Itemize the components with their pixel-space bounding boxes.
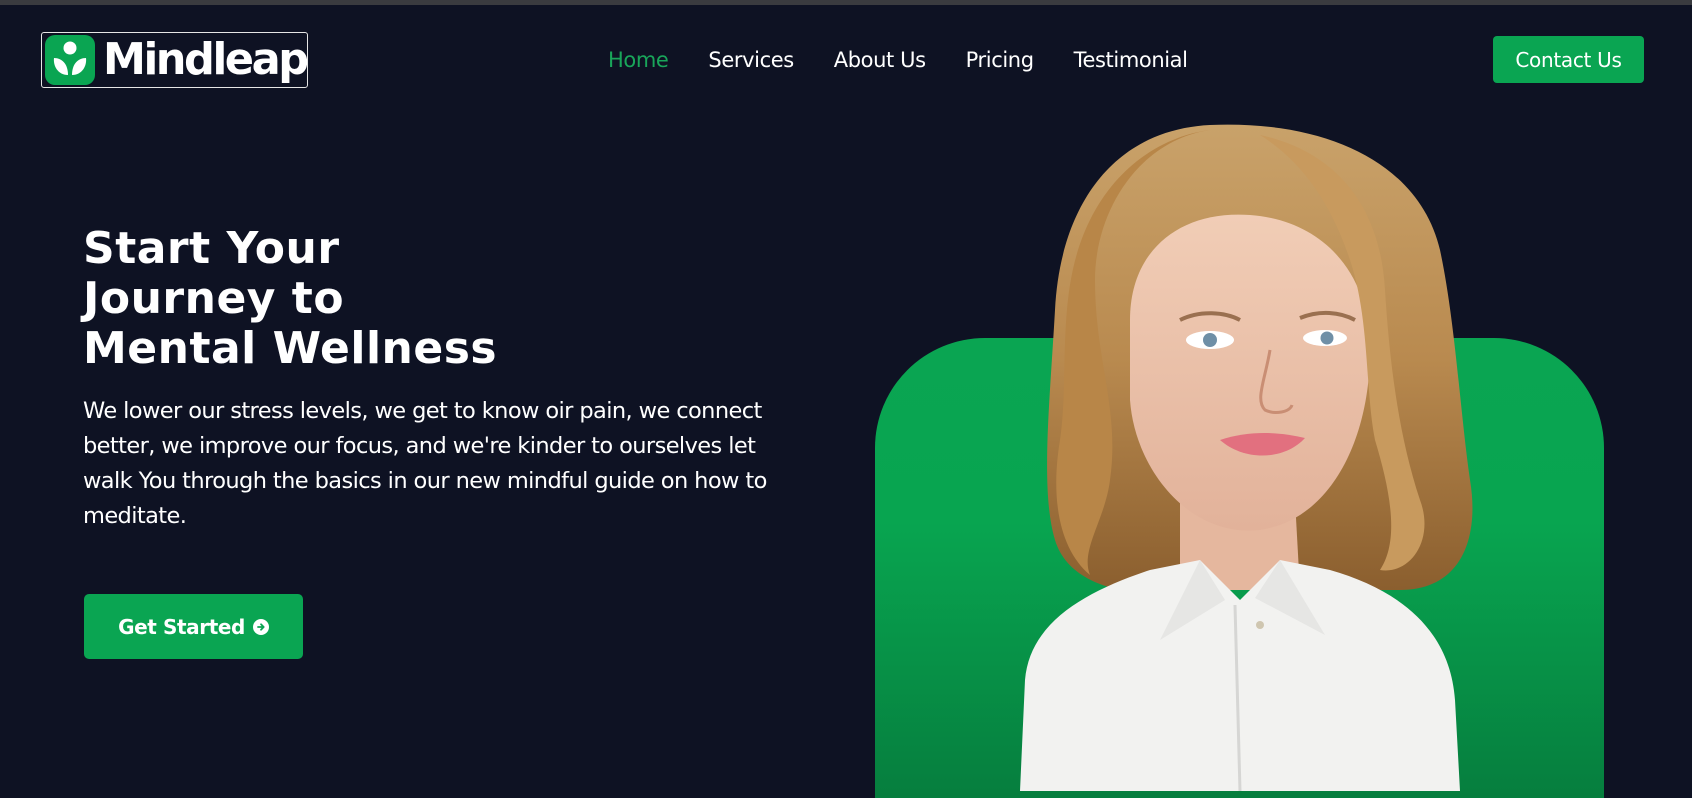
nav-home[interactable]: Home xyxy=(608,47,669,73)
main-nav: Home Services About Us Pricing Testimoni… xyxy=(608,47,1228,73)
hero-title: Start Your Journey to Mental Wellness xyxy=(83,224,643,374)
brand-name: Mindleap xyxy=(103,34,309,85)
contact-us-button[interactable]: Contact Us xyxy=(1493,36,1644,83)
arrow-right-circle-icon xyxy=(252,618,269,635)
hero-title-line: Start Your xyxy=(83,223,340,274)
nav-testimonial[interactable]: Testimonial xyxy=(1074,47,1188,73)
brand-logo[interactable]: Mindleap xyxy=(41,32,309,88)
hero-title-line: Journey to xyxy=(83,273,345,324)
hero-portrait-image xyxy=(1020,124,1473,791)
nav-about-us[interactable]: About Us xyxy=(834,47,926,73)
get-started-label: Get Started xyxy=(118,614,245,639)
browser-top-strip xyxy=(0,0,1692,5)
hero-title-line: Mental Wellness xyxy=(83,323,498,374)
nav-pricing[interactable]: Pricing xyxy=(966,47,1034,73)
nav-services[interactable]: Services xyxy=(708,47,794,73)
get-started-button[interactable]: Get Started xyxy=(84,594,303,659)
hero-description: We lower our stress levels, we get to kn… xyxy=(83,398,767,529)
sprout-icon xyxy=(45,35,95,85)
